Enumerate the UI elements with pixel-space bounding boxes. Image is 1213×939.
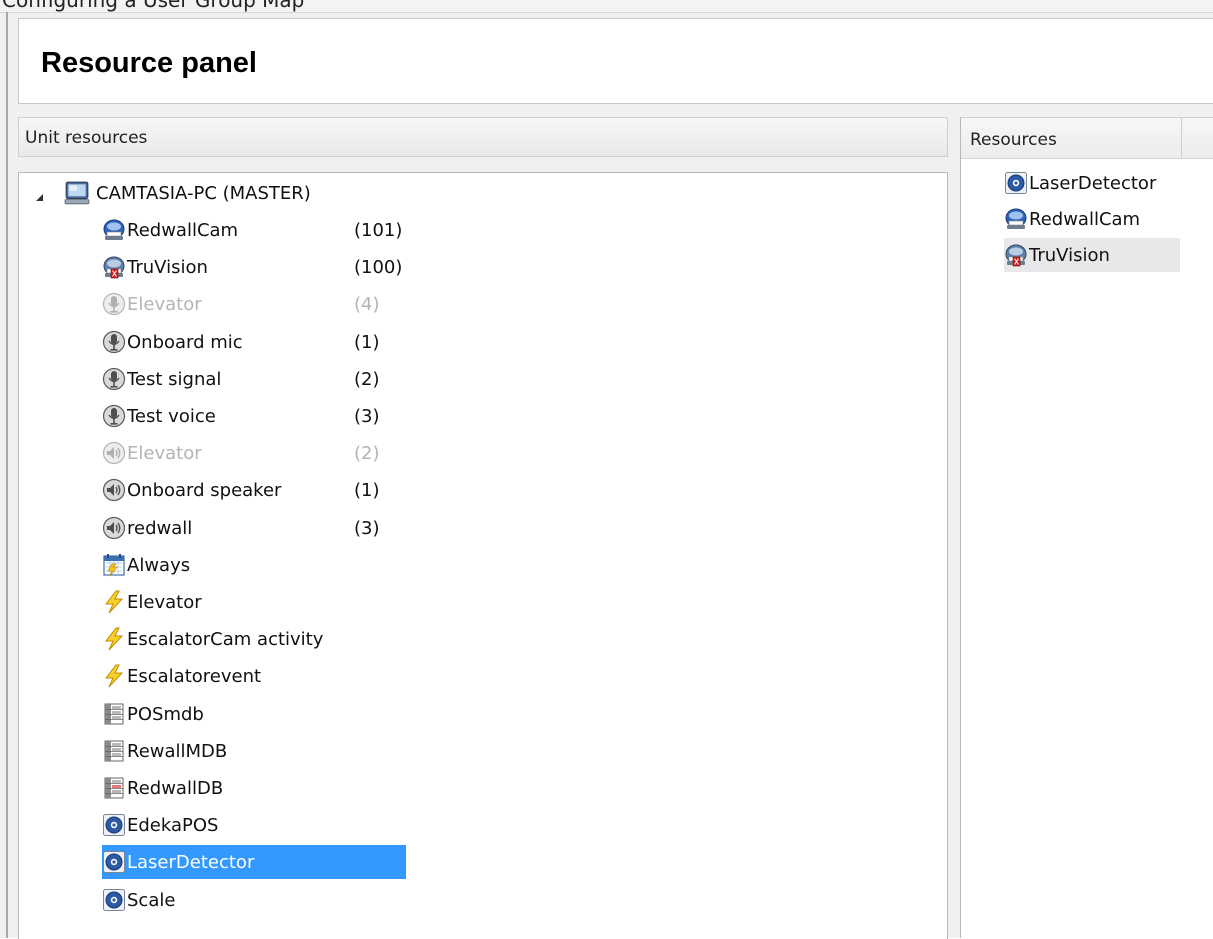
tree-item[interactable]: RewallMDB — [102, 734, 227, 768]
tree-item[interactable]: redwall (3) — [102, 511, 380, 545]
tree-item-label: Elevator — [127, 591, 202, 613]
resource-item-label: TruVision — [1029, 244, 1110, 266]
microphone-icon — [102, 292, 126, 316]
tree-item-label: Escalatorevent — [127, 665, 262, 687]
tree-item[interactable]: POSmdb — [102, 697, 204, 731]
resource-item-label: LaserDetector — [1029, 172, 1157, 194]
tree-item-label: POSmdb — [127, 703, 204, 725]
camera-icon — [102, 218, 126, 242]
speaker-icon — [102, 478, 126, 502]
tree-item-label: Onboard mic — [127, 331, 243, 353]
calendar-icon — [102, 553, 126, 577]
camera-icon — [102, 255, 126, 279]
triangle-down-icon — [36, 194, 43, 201]
tree-item[interactable]: Elevator — [102, 585, 202, 619]
tree-item-label: RedwallDB — [127, 777, 224, 799]
unit-resources-header-label: Unit resources — [25, 128, 148, 148]
tree-expander-icon[interactable] — [33, 188, 45, 201]
tree-item[interactable]: Test signal (2) — [102, 362, 380, 396]
tree-item[interactable]: Elevator (4) — [102, 287, 380, 321]
tree-item-label: TruVision — [127, 256, 208, 278]
speaker-icon — [102, 441, 126, 465]
tree-item[interactable]: EdekaPOS — [102, 808, 218, 842]
gear-device-icon — [102, 888, 126, 912]
tree-item[interactable]: EscalatorCam activity — [102, 622, 323, 656]
tree-item-label: Test signal — [127, 368, 222, 390]
tree-item[interactable]: Test voice (3) — [102, 399, 380, 433]
resource-panel-window: Configuring a User Group Map Resource pa… — [0, 0, 1213, 939]
database-icon — [102, 702, 126, 726]
tree-item-label: Always — [127, 554, 191, 576]
resources-header[interactable]: Resources — [961, 117, 1213, 159]
title-panel: Resource panel — [18, 18, 1213, 104]
lightning-icon — [102, 627, 126, 651]
tree-item-label: Test voice — [127, 405, 216, 427]
window-frame-left — [6, 12, 8, 938]
resource-item[interactable]: TruVision — [1004, 238, 1180, 272]
gear-device-icon — [102, 850, 126, 874]
lightning-icon — [102, 590, 126, 614]
page-title: Resource panel — [41, 47, 257, 79]
tree-item-label: Onboard speaker — [127, 479, 282, 501]
tree-item-label: EscalatorCam activity — [127, 628, 324, 650]
resource-item[interactable]: RedwallCam — [1004, 202, 1140, 236]
tree-item[interactable]: RedwallDB — [102, 771, 223, 805]
microphone-icon — [102, 330, 126, 354]
tree-item-count: (2) — [354, 369, 380, 390]
tree-item-count: (1) — [354, 332, 380, 353]
microphone-icon — [102, 367, 126, 391]
tree-item[interactable]: TruVision (100) — [102, 250, 402, 284]
tree-item-label: RedwallCam — [127, 219, 239, 241]
tree-item-label: EdekaPOS — [127, 814, 219, 836]
tree-item[interactable]: Onboard speaker (1) — [102, 473, 380, 507]
tree-item[interactable]: Elevator (2) — [102, 436, 380, 470]
tree-item-count: (4) — [354, 294, 380, 315]
tree-item-label: RewallMDB — [127, 740, 228, 762]
tree-item-count: (101) — [354, 220, 403, 241]
tree-item-count: (2) — [354, 443, 380, 464]
tree-item[interactable]: Scale — [102, 883, 175, 917]
resources-header-label: Resources — [970, 130, 1057, 150]
column-separator[interactable] — [1181, 118, 1182, 158]
tree-item-count: (3) — [354, 518, 380, 539]
tree-item[interactable]: LaserDetector — [102, 845, 406, 879]
unit-resources-header[interactable]: Unit resources — [18, 117, 948, 157]
computer-icon — [62, 180, 92, 206]
tree-item-label: Elevator — [127, 293, 202, 315]
tree-item[interactable]: RedwallCam (101) — [102, 213, 402, 247]
tree-root-label: CAMTASIA-PC (MASTER) — [96, 182, 311, 204]
resource-item-label: RedwallCam — [1029, 208, 1141, 230]
tree-item[interactable]: Escalatorevent — [102, 659, 261, 693]
speaker-icon — [102, 516, 126, 540]
tree-item-label: Scale — [127, 889, 176, 911]
top-edge-strip: Configuring a User Group Map — [0, 0, 1213, 13]
camera-icon — [1004, 207, 1028, 231]
microphone-icon — [102, 404, 126, 428]
tree-root-node[interactable]: CAMTASIA-PC (MASTER) — [62, 176, 311, 210]
resource-item[interactable]: LaserDetector — [1004, 166, 1156, 200]
tree-item[interactable]: Onboard mic (1) — [102, 325, 380, 359]
tree-item-label: LaserDetector — [127, 851, 255, 873]
tree-item-count: (1) — [354, 480, 380, 501]
database-icon — [102, 739, 126, 763]
tree-item-label: redwall — [127, 517, 193, 539]
tree-item[interactable]: Always — [102, 548, 190, 582]
database-icon — [102, 776, 126, 800]
top-edge-text: Configuring a User Group Map — [2, 0, 305, 12]
tree-item-count: (3) — [354, 406, 380, 427]
tree-item-label: Elevator — [127, 442, 202, 464]
gear-device-icon — [102, 813, 126, 837]
lightning-icon — [102, 664, 126, 688]
tree-item-count: (100) — [354, 257, 403, 278]
gear-device-icon — [1004, 171, 1028, 195]
camera-icon — [1004, 243, 1028, 267]
